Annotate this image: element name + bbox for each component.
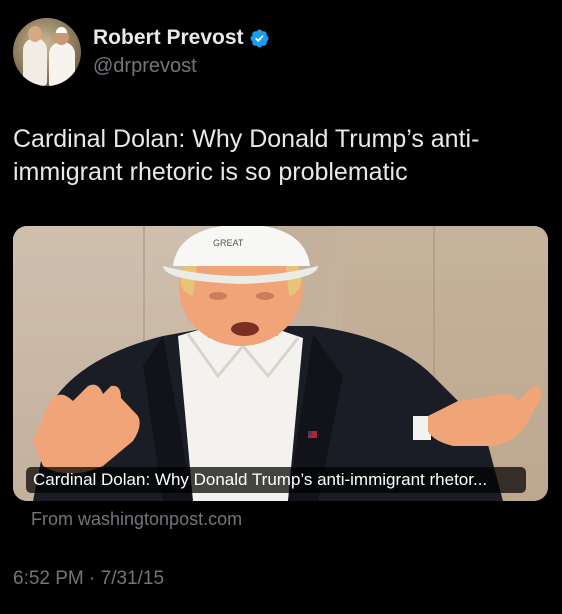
news-photo-icon: GREAT [33, 226, 542, 501]
verified-badge-icon [250, 29, 269, 47]
author-handle[interactable]: @drprevost [93, 53, 270, 79]
tweet-timestamp[interactable]: 6:52 PM · 7/31/15 [13, 568, 164, 590]
link-card-title-bar: Cardinal Dolan: Why Donald Trump’s anti-… [26, 467, 526, 493]
avatar-zucchetto [56, 27, 67, 33]
avatar-figure-right [49, 42, 75, 86]
svg-text:GREAT: GREAT [213, 238, 244, 248]
link-card-title: Cardinal Dolan: Why Donald Trump’s anti-… [33, 470, 488, 489]
avatar-head-left [28, 26, 42, 42]
tweet-text: Cardinal Dolan: Why Donald Trump’s anti-… [13, 125, 480, 186]
link-card[interactable]: GREAT Cardinal Dolan: Why Donald Trump’s… [13, 226, 548, 501]
name-row: Robert Prevost [93, 25, 270, 51]
avatar-figure-left [23, 38, 47, 86]
author-names: Robert Prevost @drprevost [93, 25, 270, 79]
author-display-name[interactable]: Robert Prevost [93, 25, 244, 51]
link-card-source[interactable]: From washingtonpost.com [31, 509, 242, 530]
avatar[interactable] [13, 18, 81, 86]
tweet-header: Robert Prevost @drprevost [13, 17, 270, 87]
